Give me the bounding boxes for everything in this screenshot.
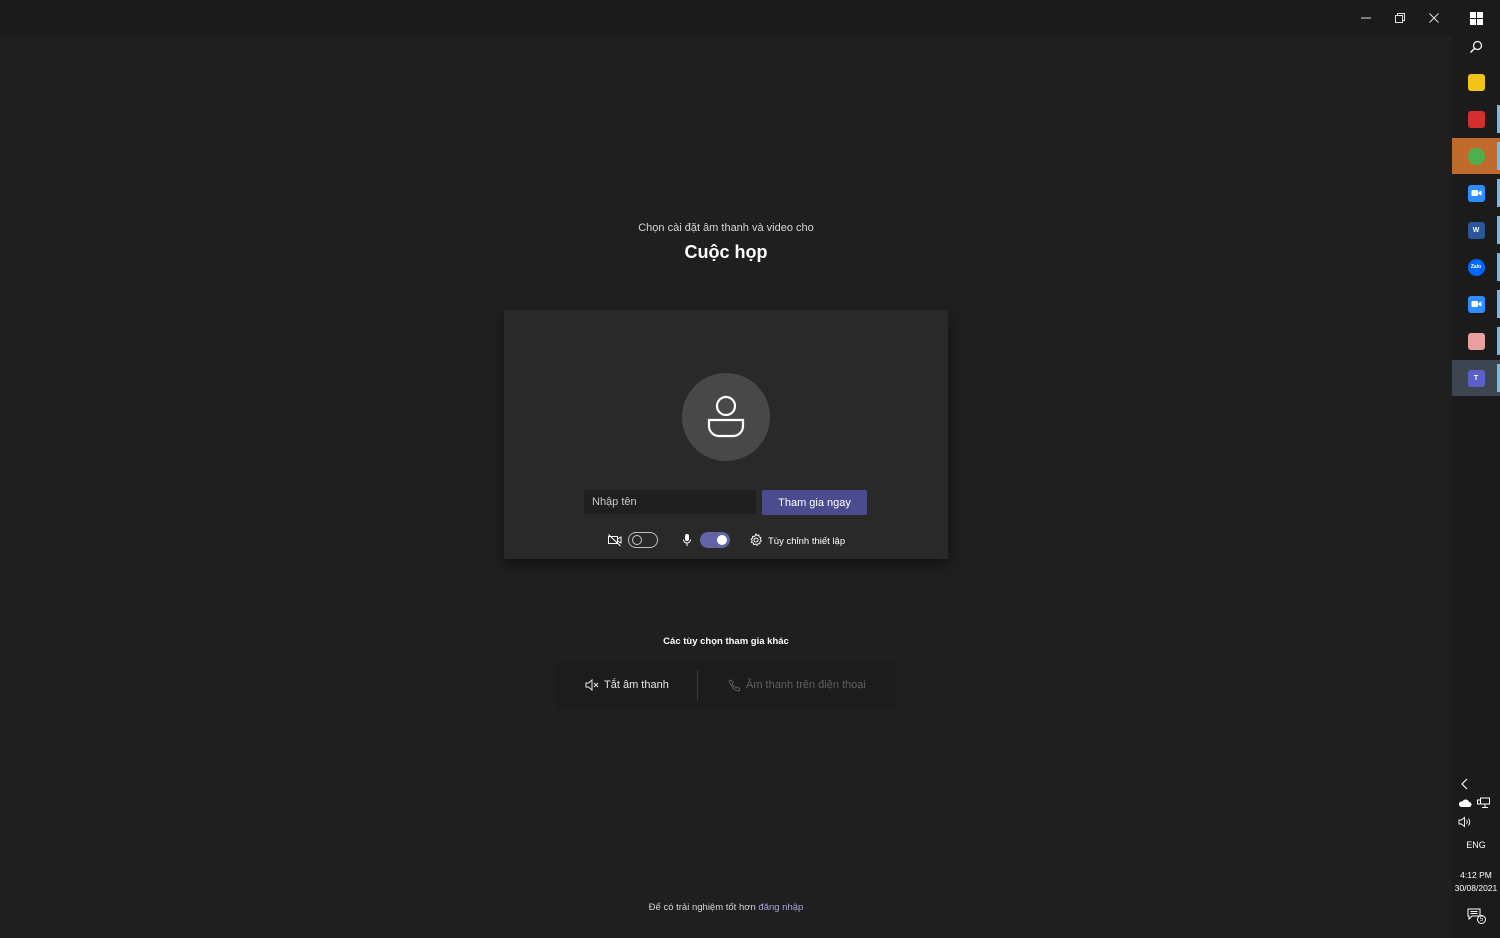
other-options-box: Tắt âm thanh Âm thanh trên điện thoại [556,661,896,709]
language-indicator[interactable]: ENG [1452,840,1500,850]
chevron-up-icon[interactable] [1460,778,1470,790]
close-button[interactable] [1419,4,1449,32]
paint-icon [1467,332,1485,350]
phone-audio-option[interactable]: Âm thanh trên điện thoại [728,661,866,709]
sign-in-link[interactable]: đăng nhập [758,902,803,913]
teams-icon: T [1467,369,1485,387]
taskbar-app-teams[interactable]: T [1452,360,1500,396]
close-icon [1429,13,1439,23]
gear-icon[interactable] [749,533,763,547]
foxit-pdf-icon [1467,110,1485,128]
name-input[interactable] [584,490,756,514]
taskbar-app-word[interactable]: W [1452,212,1500,248]
file-explorer-icon [1467,73,1485,91]
zalo-icon: Zalo [1467,258,1485,276]
taskbar-app-paint[interactable] [1452,323,1500,359]
search-icon [1470,40,1483,53]
restore-button[interactable] [1385,4,1415,32]
zoom-icon [1467,295,1485,313]
chrome-icon [1467,147,1485,165]
notification-count-badge: 5 [1477,915,1486,924]
microphone-toggle[interactable] [700,532,730,548]
clock-time[interactable]: 4:12 PM [1452,870,1500,880]
prejoin-panel: Tham gia ngay Tùy chỉnh thiết lập [504,310,948,559]
taskbar-app-zalo[interactable]: Zalo [1452,249,1500,285]
restore-icon [1395,13,1405,23]
camera-toggle[interactable] [628,532,658,548]
word-icon: W [1467,221,1485,239]
microphone-icon [683,534,691,546]
camera-toggle-knob [632,535,642,545]
microphone-toggle-knob [717,535,727,545]
footer: Để có trải nghiệm tốt hơn đăng nhập [0,902,1452,913]
clock-date[interactable]: 30/08/2021 [1452,883,1500,893]
zoom-icon [1467,184,1485,202]
volume-icon[interactable] [1458,816,1472,828]
taskbar-app-chrome[interactable] [1452,138,1500,174]
onedrive-cloud-icon[interactable] [1458,799,1472,808]
speaker-mute-icon [585,679,599,691]
taskbar-app-zoom[interactable] [1452,286,1500,322]
taskbar-search-button[interactable] [1452,29,1500,65]
taskbar: W Zalo T [1452,0,1500,938]
windows-icon [1469,11,1483,25]
person-icon [707,395,745,438]
title-bar [0,0,1452,37]
taskbar-app-file-explorer[interactable] [1452,64,1500,100]
camera-off-icon [608,534,622,547]
phone-audio-label: Âm thanh trên điện thoại [746,679,866,691]
meeting-title: Cuộc họp [684,242,768,262]
custom-settings-link[interactable]: Tùy chỉnh thiết lập [768,536,845,547]
minimize-button[interactable] [1351,4,1381,32]
join-now-button[interactable]: Tham gia ngay [762,490,867,515]
footer-text: Để có trải nghiệm tốt hơn [648,902,756,913]
taskbar-app-foxit-pdf[interactable] [1452,101,1500,137]
options-divider [697,670,698,700]
taskbar-app-zoom[interactable] [1452,175,1500,211]
minimize-icon [1361,17,1371,19]
prejoin-subtitle: Chọn cài đặt âm thanh và video cho [638,222,814,234]
audio-off-option[interactable]: Tắt âm thanh [585,661,669,709]
audio-off-label: Tắt âm thanh [604,679,669,691]
action-center-button[interactable]: 5 [1467,907,1487,927]
network-icon[interactable] [1477,797,1491,809]
teams-window: Chọn cài đặt âm thanh và video cho Cuộc … [0,0,1452,938]
phone-icon [728,678,741,692]
other-options-title: Các tùy chọn tham gia khác [663,636,789,647]
avatar [682,373,770,461]
